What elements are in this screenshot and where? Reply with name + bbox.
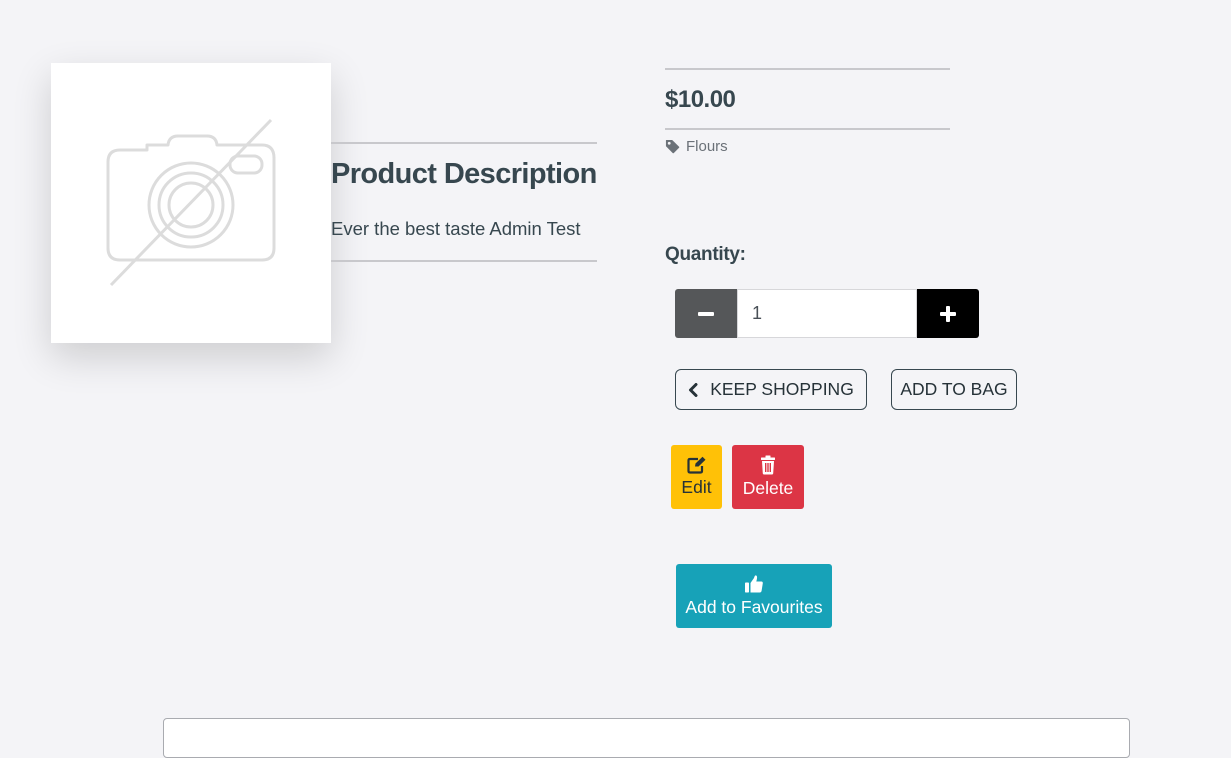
product-price: $10.00 [665, 86, 736, 113]
product-description-text: Ever the best taste Admin Test [331, 218, 581, 239]
plus-icon [938, 304, 958, 324]
keep-shopping-button[interactable]: KEEP SHOPPING [675, 369, 867, 410]
trash-icon [760, 455, 776, 475]
minus-icon [697, 305, 715, 323]
add-to-bag-button[interactable]: ADD TO BAG [891, 369, 1017, 410]
add-to-favourites-button[interactable]: Add to Favourites [676, 564, 832, 628]
price-section: $10.00 [665, 68, 950, 130]
decrement-button[interactable] [675, 289, 737, 338]
delete-button[interactable]: Delete [732, 445, 804, 509]
thumbs-up-icon [744, 574, 764, 594]
bottom-panel [163, 718, 1130, 758]
product-image [51, 63, 331, 343]
edit-icon [686, 456, 707, 474]
category-link[interactable]: Flours [665, 138, 728, 155]
delete-label: Delete [742, 478, 794, 498]
increment-button[interactable] [917, 289, 979, 338]
add-to-bag-label: ADD TO BAG [900, 379, 1008, 399]
quantity-label: Quantity: [665, 244, 746, 265]
product-description-section: Product Description Ever the best taste … [331, 142, 597, 262]
category-label: Flours [686, 138, 728, 155]
add-to-favourites-label: Add to Favourites [685, 597, 823, 617]
quantity-input[interactable] [737, 289, 917, 338]
chevron-left-icon [688, 382, 698, 397]
keep-shopping-label: KEEP SHOPPING [710, 379, 854, 399]
no-image-camera-icon [106, 118, 276, 287]
edit-label: Edit [681, 477, 712, 497]
quantity-stepper [675, 289, 979, 338]
product-description-title: Product Description [331, 158, 597, 190]
tag-icon [665, 139, 680, 154]
edit-button[interactable]: Edit [671, 445, 722, 509]
